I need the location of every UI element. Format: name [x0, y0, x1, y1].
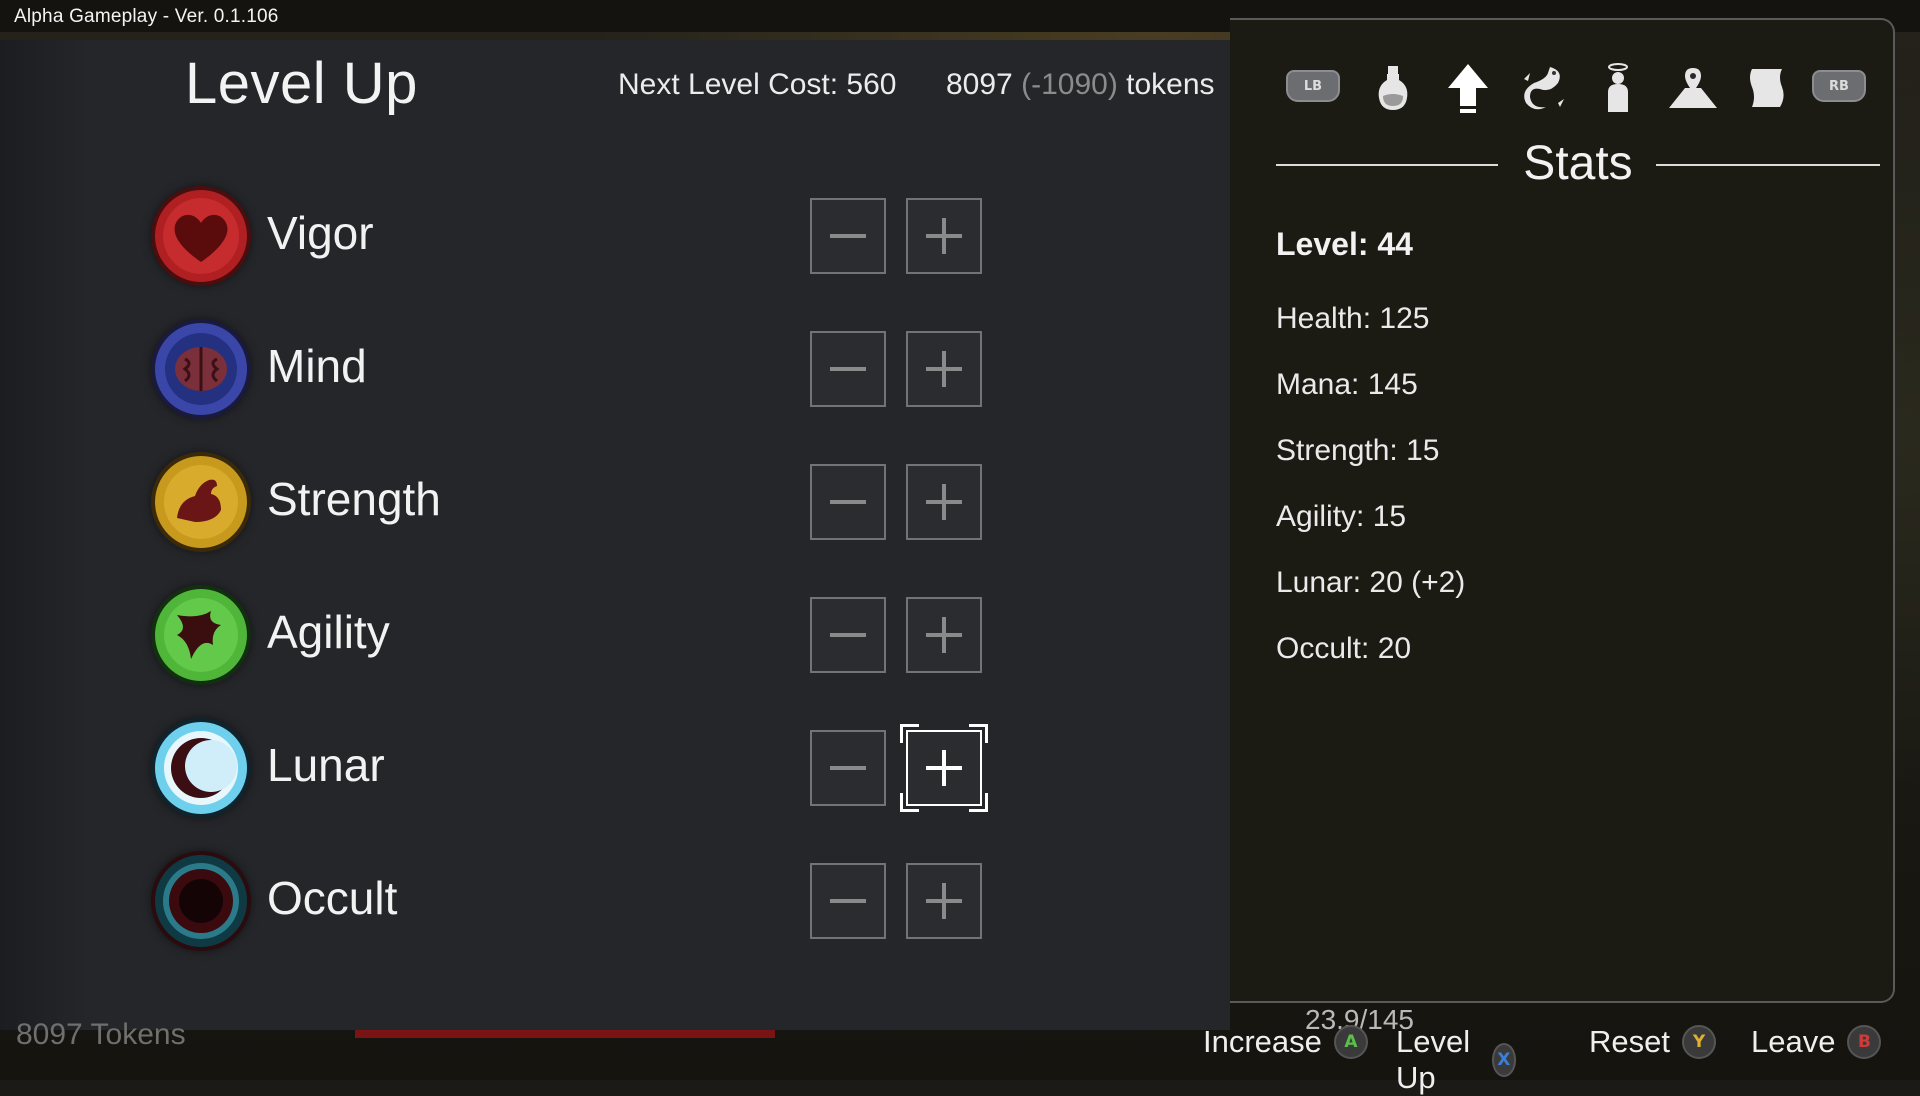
potion-icon[interactable]: [1365, 60, 1421, 116]
page-title: Level Up: [185, 51, 418, 116]
rb-bumper-button[interactable]: RB: [1812, 70, 1866, 102]
hint-label: Increase: [1203, 1024, 1322, 1059]
attribute-label: Vigor: [267, 207, 374, 259]
stat-occult: Occult: 20: [1276, 632, 1412, 665]
attribute-label: Mind: [267, 340, 367, 392]
hint-level-up[interactable]: Level Up X: [1396, 1024, 1517, 1096]
hint-label: Reset: [1589, 1024, 1670, 1059]
tokens-delta: (-1090): [1021, 68, 1118, 101]
level-up-panel: Level Up Next Level Cost: 560 8097 (-109…: [0, 40, 1230, 1030]
decrease-strength-button[interactable]: [810, 464, 886, 540]
hint-label: Leave: [1751, 1024, 1836, 1059]
attribute-label: Lunar: [267, 739, 385, 791]
hint-reset[interactable]: Reset Y: [1589, 1024, 1716, 1060]
attribute-row-agility: Agility: [155, 589, 1005, 685]
stat-health: Health: 125: [1276, 302, 1430, 335]
tokens-value: 8097: [946, 68, 1013, 101]
attribute-label: Agility: [267, 606, 390, 658]
increase-mind-button[interactable]: [906, 331, 982, 407]
hint-leave[interactable]: Leave B: [1751, 1024, 1882, 1060]
stat-lunar: Lunar: 20 (+2): [1276, 566, 1466, 599]
increase-vigor-button[interactable]: [906, 198, 982, 274]
decrease-vigor-button[interactable]: [810, 198, 886, 274]
attribute-row-strength: Strength: [155, 456, 1005, 552]
stat-strength: Strength: 15: [1276, 434, 1440, 467]
decrease-lunar-button[interactable]: [810, 730, 886, 806]
dragon-icon[interactable]: [1515, 60, 1571, 116]
heart-icon: [155, 190, 247, 282]
y-button-icon: Y: [1681, 1025, 1716, 1059]
crescent-moon-icon: [155, 722, 247, 814]
attribute-label: Strength: [267, 473, 441, 525]
hud-token-count: 8097 Tokens: [16, 1018, 186, 1051]
increase-lunar-button[interactable]: [906, 730, 982, 806]
hint-label: Level Up: [1396, 1024, 1471, 1095]
health-bar: [355, 1030, 775, 1038]
heading-divider-right: [1656, 164, 1880, 166]
lb-bumper-button[interactable]: LB: [1286, 70, 1340, 102]
next-level-cost: Next Level Cost: 560: [618, 68, 897, 101]
build-version-label: Alpha Gameplay - Ver. 0.1.106: [14, 6, 279, 27]
stat-mana: Mana: 145: [1276, 368, 1418, 401]
decrease-occult-button[interactable]: [810, 863, 886, 939]
tokens-unit: tokens: [1126, 68, 1215, 101]
decrease-mind-button[interactable]: [810, 331, 886, 407]
map-marker-icon[interactable]: [1665, 60, 1721, 116]
flexed-arm-icon: [155, 456, 247, 548]
increase-agility-button[interactable]: [906, 597, 982, 673]
attribute-row-lunar: Lunar: [155, 722, 1005, 818]
halo-figure-icon[interactable]: [1590, 60, 1646, 116]
attribute-row-mind: Mind: [155, 323, 1005, 419]
brain-icon: [155, 323, 247, 415]
b-button-icon: B: [1847, 1025, 1882, 1059]
a-button-icon: A: [1333, 1025, 1368, 1059]
stats-heading: Stats: [1276, 136, 1880, 196]
level-up-arrow-icon[interactable]: [1440, 60, 1496, 116]
scroll-icon[interactable]: [1740, 60, 1796, 116]
menu-tab-bar: LB RB: [1282, 60, 1902, 116]
hint-increase[interactable]: Increase A: [1203, 1024, 1368, 1060]
x-button-icon: X: [1491, 1043, 1517, 1077]
attribute-row-vigor: Vigor: [155, 190, 1005, 286]
stat-agility: Agility: 15: [1276, 500, 1407, 533]
winged-icon: [155, 589, 247, 681]
increase-occult-button[interactable]: [906, 863, 982, 939]
stat-level: Level: 44: [1276, 226, 1413, 262]
dark-orb-icon: [155, 855, 247, 947]
decrease-agility-button[interactable]: [810, 597, 886, 673]
increase-strength-button[interactable]: [906, 464, 982, 540]
attribute-row-occult: Occult: [155, 855, 1005, 951]
tokens-balance: 8097 (-1090) tokens: [946, 68, 1215, 102]
attribute-label: Occult: [267, 872, 398, 924]
